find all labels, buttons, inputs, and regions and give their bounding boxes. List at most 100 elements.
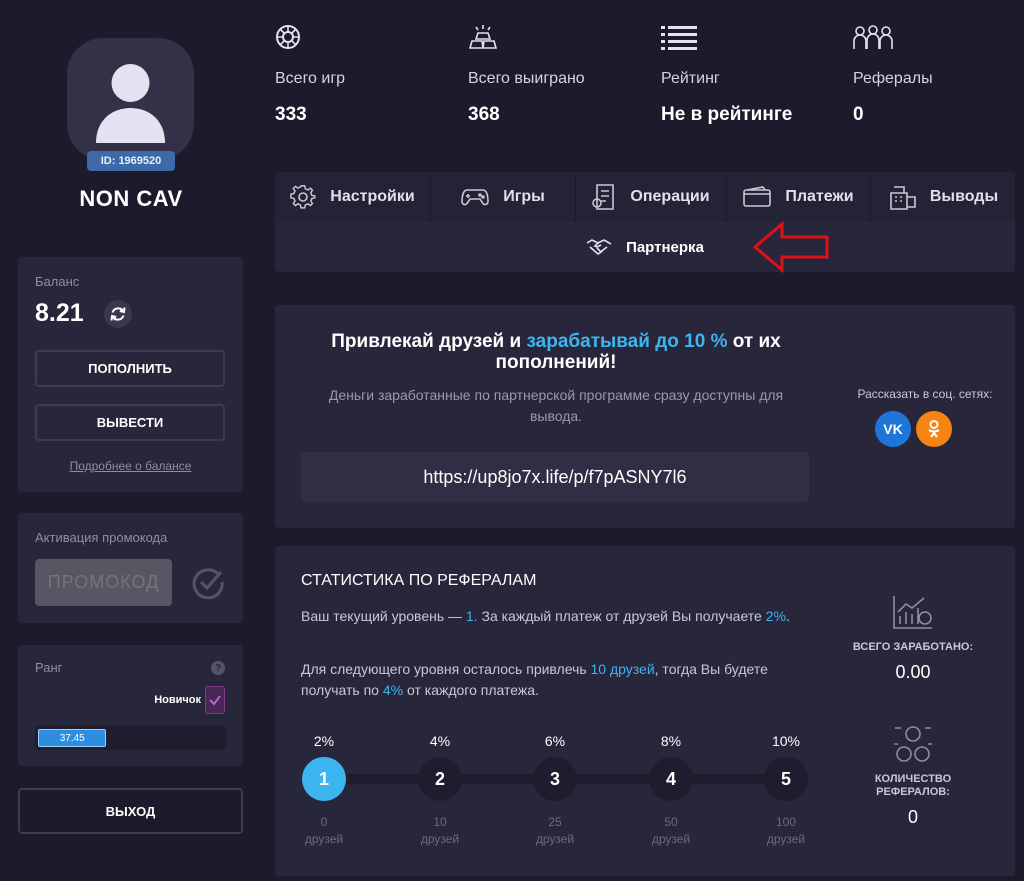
stat-label: Всего игр (275, 70, 346, 87)
wallet-icon (743, 186, 772, 207)
text: . (785, 608, 790, 624)
vk-share-button[interactable]: VK (875, 411, 911, 447)
user-id-badge: ID: 1969520 (87, 151, 175, 171)
level-friends: 10 друзей (410, 814, 470, 848)
stat-label: Рефералы (853, 70, 933, 87)
rank-badge-icon (205, 686, 225, 714)
text: Ваш текущий уровень — (301, 608, 466, 624)
text: от каждого платежа. (403, 682, 539, 698)
level-5-circle: 5 (764, 757, 808, 801)
total-earned-label: ВСЕГО ЗАРАБОТАНО: (852, 641, 974, 653)
referral-stats-title: СТАТИСТИКА ПО РЕФЕРАЛАМ (301, 572, 537, 589)
wheel-icon (276, 25, 300, 49)
level-number: 1. (465, 608, 478, 624)
level-percent: 8% (660, 733, 682, 749)
refresh-balance-button[interactable] (104, 300, 132, 328)
vk-icon: VK (883, 421, 903, 437)
referral-title: Привлекай друзей и зарабатывай до 10 % о… (301, 331, 811, 373)
balance-value: 8.21 (35, 299, 84, 327)
stat-total-won: Всего выиграно 368 (468, 24, 585, 125)
next-level-text: Для следующего уровня осталось привлечь … (301, 659, 811, 701)
referral-count-block: КОЛИЧЕСТВО РЕФЕРАЛОВ: 0 (843, 724, 983, 828)
level-friends: 0 друзей (294, 814, 354, 848)
current-level-text: Ваш текущий уровень — 1. За каждый плате… (301, 606, 811, 627)
tab-withdrawals[interactable]: Выводы (871, 172, 1015, 222)
promo-code-input[interactable] (35, 559, 172, 606)
stat-total-games: Всего игр 333 (275, 24, 345, 125)
referral-count-label: КОЛИЧЕСТВО РЕФЕРАЛОВ: (874, 773, 952, 798)
stat-label: Рейтинг (661, 70, 720, 87)
refresh-icon (110, 307, 126, 321)
people-icon (853, 25, 893, 49)
level-3-circle: 3 (533, 757, 577, 801)
tab-partner-label: Партнерка (626, 238, 704, 256)
stat-value: 0 (853, 104, 864, 125)
rank-label: Ранг (35, 660, 63, 675)
title-accent-text: зарабатывай до 10 % (526, 331, 728, 352)
gold-bars-icon (468, 25, 498, 49)
level-percent: 2% (313, 733, 335, 749)
promo-submit-button[interactable] (191, 565, 225, 604)
stat-rating: Рейтинг Не в рейтинге (661, 24, 792, 125)
avatar[interactable] (67, 38, 194, 160)
level-1-circle: 1 (302, 757, 346, 801)
referral-description: Деньги заработанные по партнерской прогр… (328, 387, 784, 424)
ok-share-button[interactable]: ОК (916, 411, 952, 447)
balance-details-link[interactable]: Подробнее о балансе (18, 459, 243, 473)
tab-partner[interactable]: Партнерка (275, 222, 1015, 272)
tab-games[interactable]: Игры (431, 172, 576, 222)
growth-chart-icon (893, 596, 932, 629)
logout-button[interactable]: ВЫХОД (18, 788, 243, 834)
friends-unit: друзей (651, 832, 691, 846)
tab-settings[interactable]: Настройки (275, 172, 431, 222)
tab-label: Выводы (929, 188, 999, 205)
promo-card: Активация промокода (18, 513, 243, 623)
stat-label: Всего выиграно (468, 70, 585, 87)
referral-card: Привлекай друзей и зарабатывай до 10 % о… (275, 305, 1015, 528)
referral-stats-card: СТАТИСТИКА ПО РЕФЕРАЛАМ Ваш текущий уров… (275, 546, 1015, 876)
friends-count: 10 (433, 815, 447, 829)
total-earned-value: 0.00 (895, 662, 931, 682)
gear-icon (290, 185, 316, 209)
friends-count: 100 (775, 815, 797, 829)
tab-label: Платежи (785, 188, 854, 205)
friends-count: 0 (320, 815, 328, 829)
referral-count-value: 0 (907, 807, 918, 827)
username: NON CAV (79, 186, 183, 211)
stat-value: Не в рейтинге (661, 104, 793, 125)
rank-card: Ранг ? Новичок 37.45 (18, 645, 243, 766)
level-friends: 100 друзей (756, 814, 816, 848)
level-percent: 6% (544, 733, 566, 749)
balance-label: Баланс (35, 274, 80, 289)
tab-operations[interactable]: Операции (576, 172, 727, 222)
help-icon[interactable]: ? (211, 661, 225, 675)
receipt-icon (592, 184, 615, 210)
level-friends: 50 друзей (641, 814, 701, 848)
cash-register-icon (890, 186, 916, 210)
text: За каждый платеж от друзей Вы получаете (477, 608, 766, 624)
friends-needed: 10 друзей (590, 661, 655, 677)
tab-label: Настройки (330, 188, 415, 205)
rank-name: Новичок (154, 694, 201, 706)
tab-label: Операции (630, 188, 710, 205)
text: Для следующего уровня осталось привлечь (301, 661, 591, 677)
rank-progress-fill: 37.45 (38, 729, 107, 747)
friends-unit: друзей (420, 832, 460, 846)
friends-count: 50 (664, 815, 678, 829)
referral-link-field[interactable] (301, 452, 809, 502)
balance-card: Баланс 8.21 ПОПОЛНИТЬ ВЫВЕСТИ Подробнее … (18, 257, 243, 492)
stat-value: 368 (468, 104, 500, 125)
tab-payments[interactable]: Платежи (727, 172, 871, 222)
list-icon (661, 26, 697, 50)
deposit-button[interactable]: ПОПОЛНИТЬ (35, 350, 225, 387)
level-friends: 25 друзей (525, 814, 585, 848)
level-percent: 4% (429, 733, 451, 749)
total-earned-block: ВСЕГО ЗАРАБОТАНО: 0.00 (843, 594, 983, 683)
level-percent: 10% (771, 733, 801, 749)
withdraw-button[interactable]: ВЫВЕСТИ (35, 404, 225, 441)
percent: 2% (765, 608, 786, 624)
profile-tabs: Настройки Игры Операции Платежи Выводы П… (275, 172, 1015, 272)
red-arrow-annotation-icon (752, 221, 829, 273)
handshake-icon (586, 239, 612, 256)
tab-label: Игры (503, 188, 545, 205)
